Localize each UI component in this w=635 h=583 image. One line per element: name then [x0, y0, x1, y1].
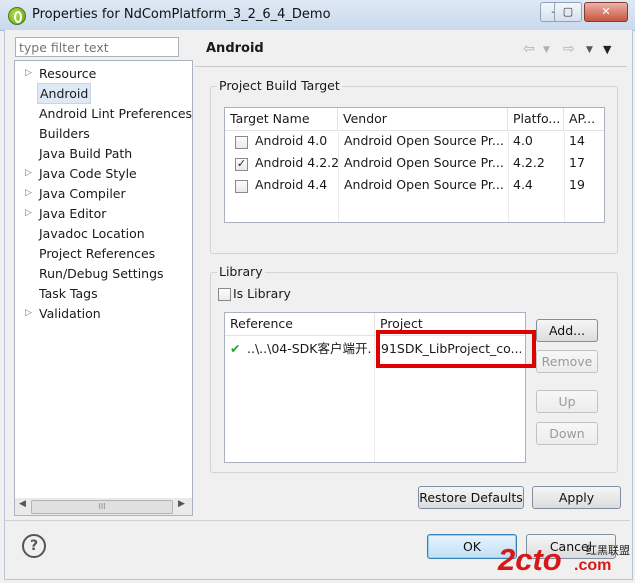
- back-menu-icon[interactable]: ▼: [543, 45, 550, 55]
- remove-library-button[interactable]: Remove: [536, 350, 598, 373]
- tree-item-java-editor[interactable]: Java Editor: [39, 204, 106, 223]
- forward-arrow-icon[interactable]: ⇨: [563, 41, 575, 57]
- target-vendor: Android Open Source Pr...: [344, 133, 504, 148]
- expand-arrow-icon[interactable]: ▷: [25, 304, 32, 323]
- target-name: Android 4.4: [255, 177, 328, 192]
- column-header-api[interactable]: AP...: [564, 108, 604, 130]
- watermark: 2cto .com 红黑联盟: [498, 538, 635, 583]
- tree-item-project-references[interactable]: Project References: [39, 244, 155, 263]
- watermark-domain: .com: [574, 557, 612, 574]
- target-api: 17: [569, 155, 585, 170]
- scroll-right-icon[interactable]: ▶: [178, 499, 185, 509]
- filter-input[interactable]: [15, 37, 179, 57]
- move-down-button[interactable]: Down: [536, 422, 598, 445]
- column-header-vendor[interactable]: Vendor: [338, 108, 508, 130]
- eclipse-app-icon: [8, 7, 26, 25]
- property-tree[interactable]: ▷ Resource Android Android Lint Preferen…: [14, 60, 193, 500]
- target-api: 19: [569, 177, 585, 192]
- target-checkbox[interactable]: [235, 180, 248, 193]
- expand-arrow-icon[interactable]: ▷: [25, 164, 32, 183]
- target-checkbox-checked[interactable]: ✓: [235, 158, 248, 171]
- tree-horizontal-scrollbar[interactable]: ◀ III ▶: [14, 498, 193, 516]
- column-header-reference[interactable]: Reference: [225, 313, 375, 335]
- target-platform: 4.2.2: [513, 155, 545, 170]
- tree-item-android-lint[interactable]: Android Lint Preferences: [39, 104, 192, 123]
- title-bar[interactable]: Properties for NdComPlatform_3_2_6_4_Dem…: [0, 0, 635, 31]
- tree-item-android[interactable]: Android: [37, 83, 92, 104]
- scroll-left-icon[interactable]: ◀: [19, 499, 26, 509]
- view-menu-icon[interactable]: ▼: [603, 43, 611, 56]
- column-header-target-name[interactable]: Target Name: [225, 108, 338, 130]
- tree-item-run-debug-settings[interactable]: Run/Debug Settings: [39, 264, 164, 283]
- header-divider: [195, 66, 627, 67]
- highlight-annotation-box: [376, 330, 536, 368]
- help-icon[interactable]: ?: [22, 534, 46, 558]
- library-reference: ..\..\04-SDK客户端开...: [247, 341, 372, 356]
- build-target-table[interactable]: Target Name Vendor Platfo... AP... Andro…: [224, 107, 605, 223]
- column-header-platform[interactable]: Platfo...: [508, 108, 564, 130]
- watermark-tag: 红黑联盟: [586, 544, 630, 557]
- restore-defaults-button[interactable]: Restore Defaults: [418, 486, 524, 509]
- watermark-logo: 2cto: [498, 542, 562, 577]
- apply-button[interactable]: Apply: [532, 486, 621, 509]
- table-row[interactable]: ✓ Android 4.2.2 Android Open Source Pr..…: [225, 153, 604, 174]
- table-row[interactable]: Android 4.4 Android Open Source Pr... 4.…: [225, 175, 604, 196]
- target-name: Android 4.0: [255, 133, 328, 148]
- target-platform: 4.4: [513, 177, 533, 192]
- expand-arrow-icon[interactable]: ▷: [25, 204, 32, 223]
- scroll-thumb[interactable]: III: [31, 500, 173, 514]
- tree-item-builders[interactable]: Builders: [39, 124, 90, 143]
- close-button[interactable]: ✕: [584, 2, 628, 22]
- target-checkbox[interactable]: [235, 136, 248, 149]
- target-platform: 4.0: [513, 133, 533, 148]
- check-status-icon: ✔: [230, 341, 241, 356]
- expand-arrow-icon[interactable]: ▷: [25, 64, 32, 83]
- tree-item-resource[interactable]: Resource: [39, 64, 96, 83]
- move-up-button[interactable]: Up: [536, 390, 598, 413]
- target-vendor: Android Open Source Pr...: [344, 155, 504, 170]
- target-api: 14: [569, 133, 585, 148]
- expand-arrow-icon[interactable]: ▷: [25, 184, 32, 203]
- tree-item-javadoc-location[interactable]: Javadoc Location: [39, 224, 145, 243]
- table-row[interactable]: Android 4.0 Android Open Source Pr... 4.…: [225, 131, 604, 152]
- footer-divider: [5, 520, 630, 521]
- back-arrow-icon[interactable]: ⇦: [523, 41, 535, 57]
- is-library-label[interactable]: Is Library: [233, 286, 291, 301]
- tree-item-task-tags[interactable]: Task Tags: [39, 284, 98, 303]
- target-vendor: Android Open Source Pr...: [344, 177, 504, 192]
- tree-item-java-code-style[interactable]: Java Code Style: [39, 164, 137, 183]
- tree-item-java-compiler[interactable]: Java Compiler: [39, 184, 126, 203]
- build-target-group-label: Project Build Target: [217, 78, 342, 93]
- forward-menu-icon[interactable]: ▼: [586, 45, 593, 55]
- add-library-button[interactable]: Add...: [536, 319, 598, 342]
- window-title: Properties for NdComPlatform_3_2_6_4_Dem…: [32, 7, 331, 22]
- library-group-label: Library: [217, 264, 265, 279]
- page-title: Android: [206, 41, 264, 56]
- target-name: Android 4.2.2: [255, 155, 340, 170]
- maximize-button[interactable]: ▢: [554, 2, 582, 22]
- is-library-checkbox[interactable]: [218, 288, 231, 301]
- tree-item-java-build-path[interactable]: Java Build Path: [39, 144, 132, 163]
- tree-item-validation[interactable]: Validation: [39, 304, 101, 323]
